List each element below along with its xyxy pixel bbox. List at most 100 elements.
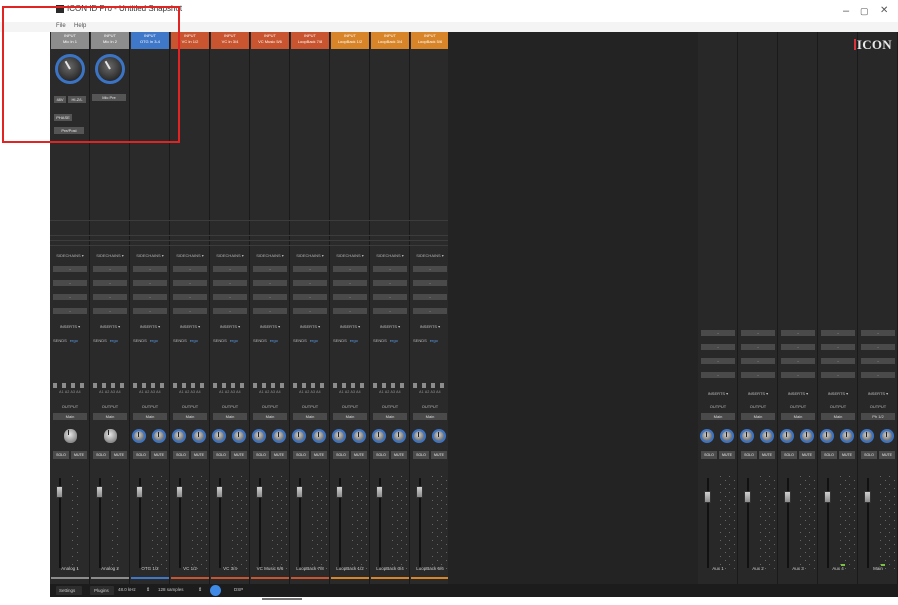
output-select[interactable]: Main	[253, 413, 287, 420]
pan-knob-left[interactable]	[820, 429, 834, 443]
fader-handle[interactable]	[136, 486, 143, 498]
sidechains-dropdown[interactable]: SIDECHAINS ▾	[172, 253, 208, 258]
output-select[interactable]: Main	[293, 413, 327, 420]
sends-mode-value[interactable]: ergo	[110, 338, 118, 343]
sidechain-slot[interactable]: -	[373, 294, 407, 300]
mute-button[interactable]: MUTE	[719, 451, 735, 459]
send-level[interactable]	[133, 383, 137, 388]
dsp-toggle[interactable]	[210, 585, 221, 596]
send-level[interactable]	[240, 383, 244, 388]
mute-button[interactable]: MUTE	[431, 451, 447, 459]
output-select[interactable]: Main	[213, 413, 247, 420]
48v-button[interactable]: 48V	[54, 96, 66, 103]
insert-slot[interactable]: -	[741, 358, 775, 364]
pan-knob-right[interactable]	[840, 429, 854, 443]
mute-button[interactable]: MUTE	[799, 451, 815, 459]
settings-button[interactable]: Settings	[56, 586, 82, 595]
fader-handle[interactable]	[784, 491, 791, 503]
send-level[interactable]	[342, 383, 346, 388]
output-select[interactable]: Main	[821, 413, 855, 420]
send-level[interactable]	[151, 383, 155, 388]
mute-button[interactable]: MUTE	[839, 451, 855, 459]
pan-knob-right[interactable]	[192, 429, 206, 443]
fader-handle[interactable]	[176, 486, 183, 498]
input-selector[interactable]: INPUT Mic In 1	[51, 32, 89, 49]
output-select[interactable]: Main	[93, 413, 127, 420]
sends-mode-value[interactable]: ergo	[230, 338, 238, 343]
mute-button[interactable]: MUTE	[151, 451, 167, 459]
inserts-dropdown[interactable]: INSERTS ▾	[332, 324, 368, 329]
sidechain-slot[interactable]: -	[293, 266, 327, 272]
solo-button[interactable]: SOLO	[821, 451, 837, 459]
output-select[interactable]: Main	[701, 413, 735, 420]
pan-knob[interactable]	[104, 429, 117, 443]
pan-knob-left[interactable]	[132, 429, 146, 443]
send-level[interactable]	[373, 383, 377, 388]
input-selector[interactable]: INPUT LoopBack 5/6	[411, 32, 449, 49]
horizontal-scrollbar[interactable]	[262, 598, 302, 600]
send-level[interactable]	[111, 383, 115, 388]
input-selector[interactable]: INPUT VC In 3/4	[211, 32, 249, 49]
pan-knob-left[interactable]	[292, 429, 306, 443]
fader-handle[interactable]	[864, 491, 871, 503]
phase-select[interactable]: Pre/Post	[54, 127, 84, 134]
buffer-spinner-icon[interactable]: ⇕	[198, 587, 202, 593]
sidechain-slot[interactable]: -	[93, 280, 127, 286]
fader-handle[interactable]	[296, 486, 303, 498]
sends-mode-value[interactable]: ergo	[70, 338, 78, 343]
send-level[interactable]	[422, 383, 426, 388]
send-level[interactable]	[231, 383, 235, 388]
pan-knob-left[interactable]	[212, 429, 226, 443]
insert-slot[interactable]: -	[781, 358, 815, 364]
send-level[interactable]	[53, 383, 57, 388]
sidechain-slot[interactable]: -	[173, 266, 207, 272]
sends-mode-value[interactable]: ergo	[310, 338, 318, 343]
insert-slot[interactable]: -	[701, 358, 735, 364]
solo-button[interactable]: SOLO	[861, 451, 877, 459]
sidechains-dropdown[interactable]: SIDECHAINS ▾	[332, 253, 368, 258]
sidechain-slot[interactable]: -	[253, 294, 287, 300]
send-level[interactable]	[191, 383, 195, 388]
maximize-button[interactable]: ▢	[860, 7, 869, 16]
inserts-dropdown[interactable]: INSERTS ▾	[92, 324, 128, 329]
sidechain-slot[interactable]: -	[293, 308, 327, 314]
output-select[interactable]: Ph 1/2	[861, 413, 895, 420]
sidechain-slot[interactable]: -	[173, 280, 207, 286]
sidechain-slot[interactable]: -	[333, 294, 367, 300]
sends-mode-value[interactable]: ergo	[430, 338, 438, 343]
inserts-dropdown[interactable]: INSERTS ▾	[860, 391, 896, 396]
sidechain-slot[interactable]: -	[173, 294, 207, 300]
output-select[interactable]: Main	[741, 413, 775, 420]
fader-handle[interactable]	[216, 486, 223, 498]
fader-handle[interactable]	[744, 491, 751, 503]
insert-slot[interactable]: -	[821, 344, 855, 350]
send-level[interactable]	[160, 383, 164, 388]
send-level[interactable]	[93, 383, 97, 388]
sidechains-dropdown[interactable]: SIDECHAINS ▾	[52, 253, 88, 258]
sidechain-slot[interactable]: -	[373, 266, 407, 272]
mute-button[interactable]: MUTE	[351, 451, 367, 459]
pan-knob-left[interactable]	[172, 429, 186, 443]
solo-button[interactable]: SOLO	[333, 451, 349, 459]
sidechain-slot[interactable]: -	[253, 266, 287, 272]
send-level[interactable]	[440, 383, 444, 388]
pan-knob-right[interactable]	[232, 429, 246, 443]
send-level[interactable]	[173, 383, 177, 388]
input-selector[interactable]: INPUT VC In 1/2	[171, 32, 209, 49]
sidechains-dropdown[interactable]: SIDECHAINS ▾	[252, 253, 288, 258]
pan-knob-right[interactable]	[432, 429, 446, 443]
output-select[interactable]: Main	[373, 413, 407, 420]
send-level[interactable]	[320, 383, 324, 388]
sidechain-slot[interactable]: -	[133, 266, 167, 272]
sidechain-slot[interactable]: -	[413, 294, 447, 300]
output-select[interactable]: Main	[53, 413, 87, 420]
sidechain-slot[interactable]: -	[413, 308, 447, 314]
insert-slot[interactable]: -	[781, 330, 815, 336]
mute-button[interactable]: MUTE	[271, 451, 287, 459]
insert-slot[interactable]: -	[741, 344, 775, 350]
solo-button[interactable]: SOLO	[741, 451, 757, 459]
mute-button[interactable]: MUTE	[879, 451, 895, 459]
output-select[interactable]: Main	[333, 413, 367, 420]
output-select[interactable]: Main	[781, 413, 815, 420]
input-selector[interactable]: INPUT LoopBack 7/8	[291, 32, 329, 49]
